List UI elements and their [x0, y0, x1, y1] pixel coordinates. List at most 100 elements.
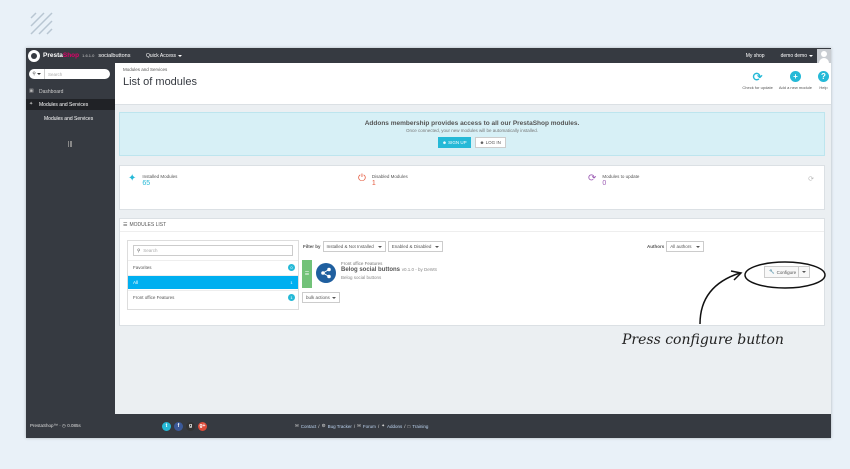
comments-icon: ✉: [357, 423, 361, 428]
signup-button[interactable]: ☻ SIGN UP: [438, 137, 471, 148]
kpi-disabled[interactable]: ⏻ Disabled Modules 1: [358, 173, 408, 188]
category-label: Favorites: [133, 265, 152, 270]
module-search-input[interactable]: ⚲ Search: [133, 245, 293, 256]
select-value: All authors: [670, 244, 692, 249]
footer-brand: PrestaShop™ · ◷ 0.085s: [30, 423, 81, 428]
my-shop-link[interactable]: My shop: [746, 53, 765, 59]
load-time: 0.085s: [67, 423, 81, 428]
breadcrumb[interactable]: Modules and Services: [123, 67, 167, 72]
clock-icon: ◷: [62, 423, 66, 428]
toolbar-label: Check for update: [742, 85, 773, 90]
sidebar: ⚲ Search ▣ Dashboard ✦ Modules and Servi…: [26, 63, 115, 414]
configure-button[interactable]: 🔧 Configure: [764, 266, 810, 278]
collapse-sidebar-icon[interactable]: [68, 141, 72, 147]
filter-install-select[interactable]: Installed & Not Installed: [322, 241, 386, 252]
bug-icon: ⚙: [321, 423, 326, 428]
chevron-down-icon: [435, 245, 440, 248]
category-all[interactable]: All 1: [128, 275, 298, 289]
panel-title: MODULES LIST: [129, 222, 167, 228]
page-title: List of modules: [123, 76, 197, 88]
kpi-value: 1: [371, 180, 376, 187]
module-row: ☰ Front office Features Belog social but…: [302, 260, 824, 288]
sidebar-item-modules[interactable]: ✦ Modules and Services: [26, 99, 115, 110]
github-icon[interactable]: g: [186, 421, 195, 431]
employee-menu[interactable]: demo demo: [781, 53, 813, 59]
module-category: Front office Features: [341, 261, 383, 266]
module-version: v0.1.0 - by DeWS: [401, 267, 437, 272]
footer-link-contact[interactable]: Contact: [301, 424, 317, 429]
footer-link-bug-tracker[interactable]: Bug Tracker: [328, 424, 352, 429]
twitter-icon[interactable]: t: [162, 421, 171, 431]
chevron-down-icon: [695, 245, 700, 248]
authors-filter: Authors All authors: [647, 241, 704, 252]
footer-link-training[interactable]: Training: [412, 424, 428, 429]
category-front-office[interactable]: Front office Features 1: [128, 290, 298, 304]
check-update-button[interactable]: ⟳ Check for update: [742, 69, 773, 91]
addons-banner: Addons membership provides access to all…: [119, 112, 825, 156]
avatar[interactable]: [817, 48, 831, 63]
refresh-icon: ⟳: [752, 69, 763, 84]
modules-list-panel: ☰ MODULES LIST ⚲ Search Favorites 0 All …: [119, 218, 825, 326]
chevron-down-icon: [377, 245, 382, 248]
select-value: Installed & Not Installed: [326, 244, 374, 249]
sidebar-search[interactable]: ⚲ Search: [29, 69, 110, 79]
quick-access-menu[interactable]: Quick Access: [146, 52, 183, 59]
watermark-logo: [30, 12, 53, 35]
toolbar-label: Help: [819, 85, 828, 90]
authors-label: Authors: [647, 244, 665, 249]
addons-subtitle: Once connected, your new modules will be…: [405, 128, 539, 133]
top-bar: PrestaShop 1.6.1.0 socialbuttons Quick A…: [26, 48, 831, 63]
social-links: t f g g+: [162, 421, 207, 431]
power-icon: ⏻: [358, 173, 366, 184]
toolbar: ⟳ Check for update + Add a new module ? …: [742, 69, 829, 91]
kpi-to-update[interactable]: ⟳ Modules to update 0: [588, 173, 640, 188]
sidebar-item-label: Dashboard: [39, 88, 64, 95]
kpi-row: ✦ Installed Modules 65 ⏻ Disabled Module…: [119, 165, 825, 210]
search-icon: ⚲: [32, 71, 36, 76]
browser-window: PrestaShop 1.6.1.0 socialbuttons Quick A…: [26, 48, 831, 438]
help-button[interactable]: ? Help: [818, 71, 829, 90]
google-plus-icon[interactable]: g+: [198, 421, 207, 431]
panel-heading: ☰ MODULES LIST: [120, 219, 824, 232]
configure-label: Configure: [776, 269, 797, 275]
quick-access-label: Quick Access: [146, 52, 177, 59]
dashboard-icon: ▣: [29, 88, 34, 94]
category-label: All: [133, 280, 139, 285]
add-module-button[interactable]: + Add a new module: [779, 71, 812, 90]
kpi-installed[interactable]: ✦ Installed Modules 65: [128, 174, 177, 188]
refresh-icon[interactable]: ⟳: [808, 175, 814, 183]
facebook-icon[interactable]: f: [174, 421, 183, 431]
footer-link-addons[interactable]: Addons: [387, 424, 402, 429]
list-icon: ☰: [123, 222, 128, 228]
authors-select[interactable]: All authors: [666, 241, 704, 252]
module-description: Belog social buttons: [341, 275, 382, 280]
share-icon: [316, 263, 336, 283]
login-button[interactable]: ☻ LOG IN: [474, 137, 506, 148]
page-header: Modules and Services List of modules ⟳ C…: [115, 63, 831, 105]
wrench-icon: 🔧: [769, 269, 775, 274]
help-icon: ?: [818, 71, 829, 82]
filter-label: Filter by: [303, 244, 321, 249]
refresh-icon: ⟳: [588, 173, 597, 184]
sidebar-subitem-modules[interactable]: Modules and Services: [26, 113, 115, 125]
footer-links: ✉ Contact / ⚙ Bug Tracker / ✉ Forum / ✦ …: [295, 423, 429, 429]
sidebar-item-dashboard[interactable]: ▣ Dashboard: [26, 86, 115, 97]
user-icon: ☻: [442, 140, 447, 145]
kpi-label: Modules to update: [602, 174, 640, 179]
bulk-actions-button[interactable]: bulk actions: [302, 292, 340, 303]
bulk-label: bulk actions: [306, 295, 330, 300]
search-input[interactable]: Search: [48, 72, 62, 77]
configure-dropdown-toggle[interactable]: [798, 266, 809, 278]
toolbar-label: Add a new module: [778, 85, 812, 90]
search-scope-dropdown[interactable]: ⚲: [29, 69, 45, 79]
signup-label: SIGN UP: [448, 140, 467, 145]
chevron-down-icon: [36, 73, 41, 75]
footer-link-forum[interactable]: Forum: [363, 424, 376, 429]
category-panel: ⚲ Search Favorites 0 All 1 Front office …: [127, 240, 299, 310]
chevron-down-icon: [802, 271, 806, 273]
filter-enabled-select[interactable]: Enabled & Disabled: [387, 241, 444, 252]
envelope-icon: ✉: [295, 423, 299, 428]
category-favorites[interactable]: Favorites 0: [128, 260, 298, 274]
book-icon: □: [407, 423, 411, 429]
kpi-label: Disabled Modules: [371, 174, 408, 179]
